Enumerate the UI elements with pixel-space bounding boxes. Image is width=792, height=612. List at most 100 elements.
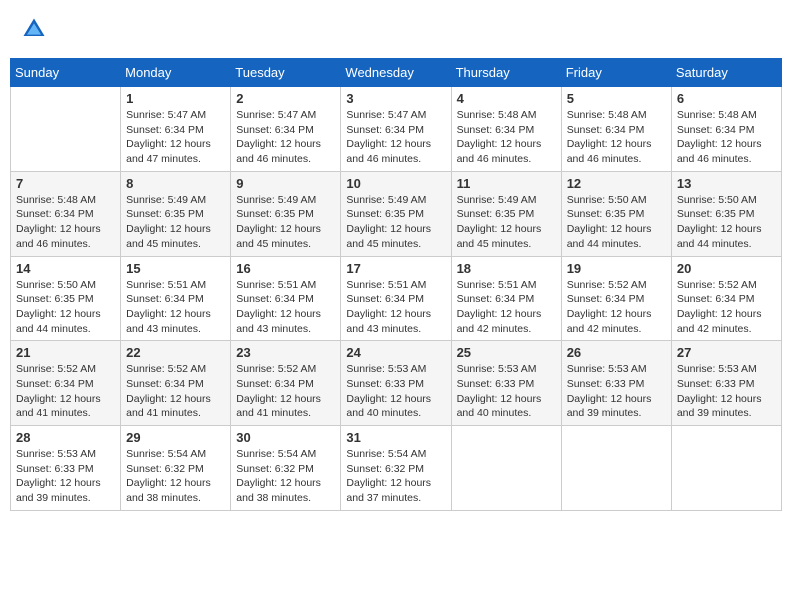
calendar-cell: 2Sunrise: 5:47 AMSunset: 6:34 PMDaylight…	[231, 87, 341, 172]
day-number: 7	[16, 176, 115, 191]
day-info: Sunrise: 5:52 AMSunset: 6:34 PMDaylight:…	[16, 362, 115, 421]
day-info: Sunrise: 5:48 AMSunset: 6:34 PMDaylight:…	[567, 108, 666, 167]
day-info: Sunrise: 5:47 AMSunset: 6:34 PMDaylight:…	[126, 108, 225, 167]
logo	[20, 15, 52, 43]
calendar-week-3: 14 Sunrise: 5:50 AMSunset: 6:35 PMDayligh…	[11, 256, 782, 341]
calendar-cell: 12 Sunrise: 5:50 AMSunset: 6:35 PMDayligh…	[561, 171, 671, 256]
day-info: Sunrise: 5:49 AMSunset: 6:35 PMDaylight:…	[346, 193, 445, 252]
day-info: Sunrise: 5:53 AMSunset: 6:33 PMDaylight:…	[567, 362, 666, 421]
day-number: 31	[346, 430, 445, 445]
day-info: Sunrise: 5:51 AMSunset: 6:34 PMDaylight:…	[457, 278, 556, 337]
day-number: 25	[457, 345, 556, 360]
calendar-cell: 20Sunrise: 5:52 AMSunset: 6:34 PMDayligh…	[671, 256, 781, 341]
day-info: Sunrise: 5:48 AMSunset: 6:34 PMDaylight:…	[16, 193, 115, 252]
calendar-cell: 1 Sunrise: 5:47 AMSunset: 6:34 PMDaylight…	[121, 87, 231, 172]
calendar-cell	[561, 426, 671, 511]
day-info: Sunrise: 5:51 AMSunset: 6:34 PMDaylight:…	[126, 278, 225, 337]
day-number: 17	[346, 261, 445, 276]
calendar-cell	[11, 87, 121, 172]
day-info: Sunrise: 5:51 AMSunset: 6:34 PMDaylight:…	[236, 278, 335, 337]
day-number: 1	[126, 91, 225, 106]
calendar-week-5: 28 Sunrise: 5:53 AMSunset: 6:33 PMDayligh…	[11, 426, 782, 511]
day-number: 10	[346, 176, 445, 191]
calendar-cell: 4Sunrise: 5:48 AMSunset: 6:34 PMDaylight…	[451, 87, 561, 172]
calendar-cell: 29 Sunrise: 5:54 AMSunset: 6:32 PMDayligh…	[121, 426, 231, 511]
calendar-cell: 28 Sunrise: 5:53 AMSunset: 6:33 PMDayligh…	[11, 426, 121, 511]
day-number: 27	[677, 345, 776, 360]
calendar-header-saturday: Saturday	[671, 59, 781, 87]
day-number: 18	[457, 261, 556, 276]
day-number: 23	[236, 345, 335, 360]
day-info: Sunrise: 5:53 AMSunset: 6:33 PMDaylight:…	[677, 362, 776, 421]
day-number: 20	[677, 261, 776, 276]
calendar-cell: 21 Sunrise: 5:52 AMSunset: 6:34 PMDayligh…	[11, 341, 121, 426]
calendar-cell: 13Sunrise: 5:50 AMSunset: 6:35 PMDayligh…	[671, 171, 781, 256]
calendar-cell: 6Sunrise: 5:48 AMSunset: 6:34 PMDaylight…	[671, 87, 781, 172]
day-number: 24	[346, 345, 445, 360]
day-number: 4	[457, 91, 556, 106]
calendar-cell: 3 Sunrise: 5:47 AMSunset: 6:34 PMDaylight…	[341, 87, 451, 172]
day-number: 6	[677, 91, 776, 106]
calendar-header-wednesday: Wednesday	[341, 59, 451, 87]
calendar-cell: 23 Sunrise: 5:52 AMSunset: 6:34 PMDayligh…	[231, 341, 341, 426]
calendar-week-2: 7 Sunrise: 5:48 AMSunset: 6:34 PMDaylight…	[11, 171, 782, 256]
calendar-cell: 25 Sunrise: 5:53 AMSunset: 6:33 PMDayligh…	[451, 341, 561, 426]
day-number: 3	[346, 91, 445, 106]
calendar-cell: 10 Sunrise: 5:49 AMSunset: 6:35 PMDayligh…	[341, 171, 451, 256]
day-number: 19	[567, 261, 666, 276]
day-info: Sunrise: 5:49 AMSunset: 6:35 PMDaylight:…	[236, 193, 335, 252]
calendar-cell: 27 Sunrise: 5:53 AMSunset: 6:33 PMDayligh…	[671, 341, 781, 426]
day-info: Sunrise: 5:53 AMSunset: 6:33 PMDaylight:…	[346, 362, 445, 421]
day-info: Sunrise: 5:51 AMSunset: 6:34 PMDaylight:…	[346, 278, 445, 337]
day-number: 29	[126, 430, 225, 445]
calendar-cell: 26Sunrise: 5:53 AMSunset: 6:33 PMDayligh…	[561, 341, 671, 426]
calendar-body: 1 Sunrise: 5:47 AMSunset: 6:34 PMDaylight…	[11, 87, 782, 511]
calendar-cell: 5 Sunrise: 5:48 AMSunset: 6:34 PMDaylight…	[561, 87, 671, 172]
day-number: 12	[567, 176, 666, 191]
day-info: Sunrise: 5:47 AMSunset: 6:34 PMDaylight:…	[346, 108, 445, 167]
day-number: 14	[16, 261, 115, 276]
day-number: 28	[16, 430, 115, 445]
calendar-week-4: 21 Sunrise: 5:52 AMSunset: 6:34 PMDayligh…	[11, 341, 782, 426]
calendar-cell: 22Sunrise: 5:52 AMSunset: 6:34 PMDayligh…	[121, 341, 231, 426]
calendar-header-monday: Monday	[121, 59, 231, 87]
calendar-cell: 16 Sunrise: 5:51 AMSunset: 6:34 PMDayligh…	[231, 256, 341, 341]
day-number: 21	[16, 345, 115, 360]
day-number: 16	[236, 261, 335, 276]
calendar-cell	[671, 426, 781, 511]
day-info: Sunrise: 5:49 AMSunset: 6:35 PMDaylight:…	[126, 193, 225, 252]
day-info: Sunrise: 5:50 AMSunset: 6:35 PMDaylight:…	[567, 193, 666, 252]
calendar-header-thursday: Thursday	[451, 59, 561, 87]
day-number: 5	[567, 91, 666, 106]
logo-icon	[20, 15, 48, 43]
day-info: Sunrise: 5:54 AMSunset: 6:32 PMDaylight:…	[346, 447, 445, 506]
day-number: 15	[126, 261, 225, 276]
day-info: Sunrise: 5:54 AMSunset: 6:32 PMDaylight:…	[126, 447, 225, 506]
calendar-cell: 18 Sunrise: 5:51 AMSunset: 6:34 PMDayligh…	[451, 256, 561, 341]
day-number: 13	[677, 176, 776, 191]
calendar-cell: 24 Sunrise: 5:53 AMSunset: 6:33 PMDayligh…	[341, 341, 451, 426]
calendar: SundayMondayTuesdayWednesdayThursdayFrid…	[10, 58, 782, 511]
day-info: Sunrise: 5:54 AMSunset: 6:32 PMDaylight:…	[236, 447, 335, 506]
calendar-cell: 31 Sunrise: 5:54 AMSunset: 6:32 PMDayligh…	[341, 426, 451, 511]
calendar-cell: 30Sunrise: 5:54 AMSunset: 6:32 PMDayligh…	[231, 426, 341, 511]
calendar-cell: 14 Sunrise: 5:50 AMSunset: 6:35 PMDayligh…	[11, 256, 121, 341]
calendar-header-row: SundayMondayTuesdayWednesdayThursdayFrid…	[11, 59, 782, 87]
day-info: Sunrise: 5:50 AMSunset: 6:35 PMDaylight:…	[16, 278, 115, 337]
calendar-cell	[451, 426, 561, 511]
calendar-header-tuesday: Tuesday	[231, 59, 341, 87]
day-info: Sunrise: 5:52 AMSunset: 6:34 PMDaylight:…	[567, 278, 666, 337]
day-number: 22	[126, 345, 225, 360]
day-info: Sunrise: 5:53 AMSunset: 6:33 PMDaylight:…	[16, 447, 115, 506]
header	[10, 10, 782, 48]
calendar-cell: 15 Sunrise: 5:51 AMSunset: 6:34 PMDayligh…	[121, 256, 231, 341]
day-number: 8	[126, 176, 225, 191]
calendar-cell: 7 Sunrise: 5:48 AMSunset: 6:34 PMDaylight…	[11, 171, 121, 256]
day-info: Sunrise: 5:53 AMSunset: 6:33 PMDaylight:…	[457, 362, 556, 421]
calendar-header-friday: Friday	[561, 59, 671, 87]
calendar-cell: 11Sunrise: 5:49 AMSunset: 6:35 PMDayligh…	[451, 171, 561, 256]
calendar-cell: 19 Sunrise: 5:52 AMSunset: 6:34 PMDayligh…	[561, 256, 671, 341]
calendar-cell: 9Sunrise: 5:49 AMSunset: 6:35 PMDaylight…	[231, 171, 341, 256]
day-info: Sunrise: 5:52 AMSunset: 6:34 PMDaylight:…	[236, 362, 335, 421]
day-number: 11	[457, 176, 556, 191]
